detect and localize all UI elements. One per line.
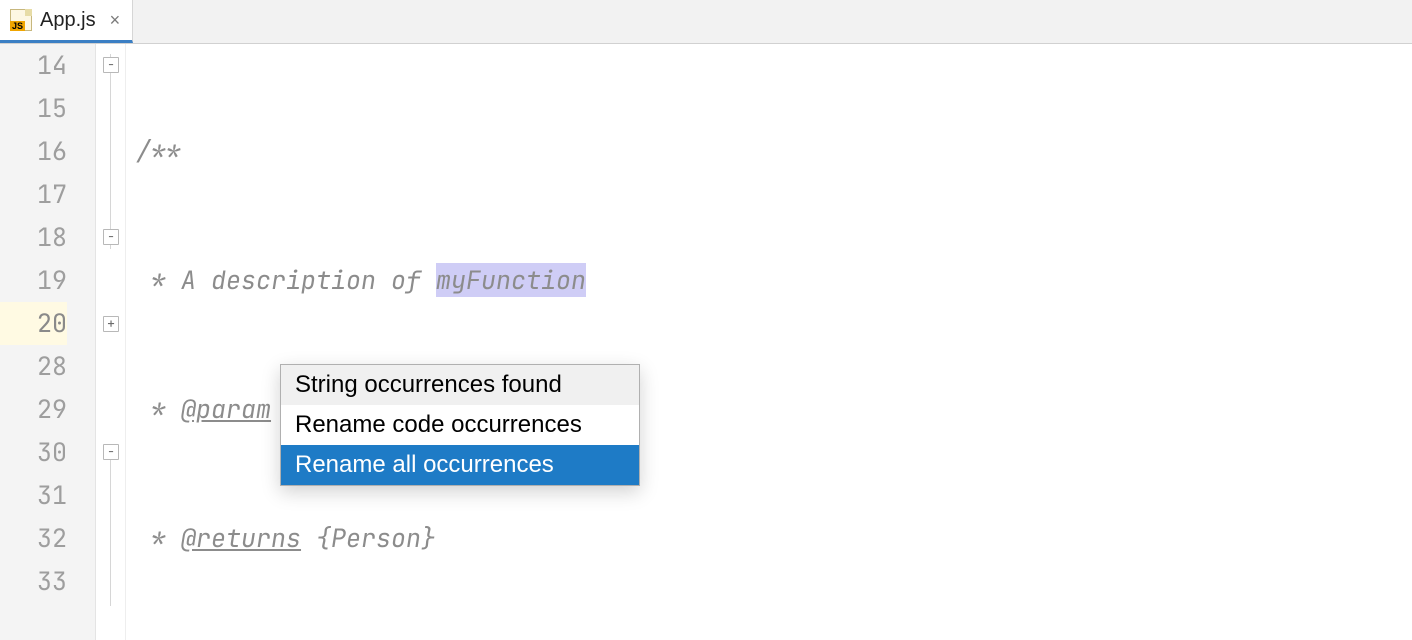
line-number: 32 [0,517,67,560]
fold-column: − − + − [96,44,126,640]
tab-filename: App.js [40,9,96,32]
popup-item-rename-all[interactable]: Rename all occurrences [281,445,639,485]
line-number: 33 [0,560,67,603]
rename-popup: String occurrences found Rename code occ… [280,364,640,486]
fold-toggle-icon[interactable]: + [103,316,119,332]
identifier-usage: myFunction [436,263,586,297]
line-number: 19 [0,259,67,302]
close-icon[interactable]: × [110,11,121,29]
popup-header: String occurrences found [281,365,639,405]
line-number: 18 [0,216,67,259]
popup-item-rename-code[interactable]: Rename code occurrences [281,405,639,445]
js-file-icon: JS [10,9,32,31]
code-line[interactable]: * A description of myFunction [126,259,1412,302]
line-number: 16 [0,130,67,173]
line-number: 28 [0,345,67,388]
line-number: 31 [0,474,67,517]
code-line[interactable]: * @returns {Person} [126,517,1412,560]
line-number: 14 [0,44,67,87]
gutter: 14 15 16 17 18 19 20 28 29 30 31 32 33 [0,44,96,640]
line-number: 30 [0,431,67,474]
code-area[interactable]: /** * A description of myFunction * @par… [126,44,1412,640]
fold-toggle-icon[interactable]: − [103,57,119,73]
line-number: 17 [0,173,67,216]
tab-bar: JS App.js × [0,0,1412,44]
line-number: 29 [0,388,67,431]
code-editor[interactable]: 14 15 16 17 18 19 20 28 29 30 31 32 33 −… [0,44,1412,640]
fold-toggle-icon[interactable]: − [103,229,119,245]
editor-tab[interactable]: JS App.js × [0,0,133,43]
code-line[interactable]: /** [126,130,1412,173]
line-number: 20 [0,302,67,345]
fold-toggle-icon[interactable]: − [103,444,119,460]
line-number: 15 [0,87,67,130]
